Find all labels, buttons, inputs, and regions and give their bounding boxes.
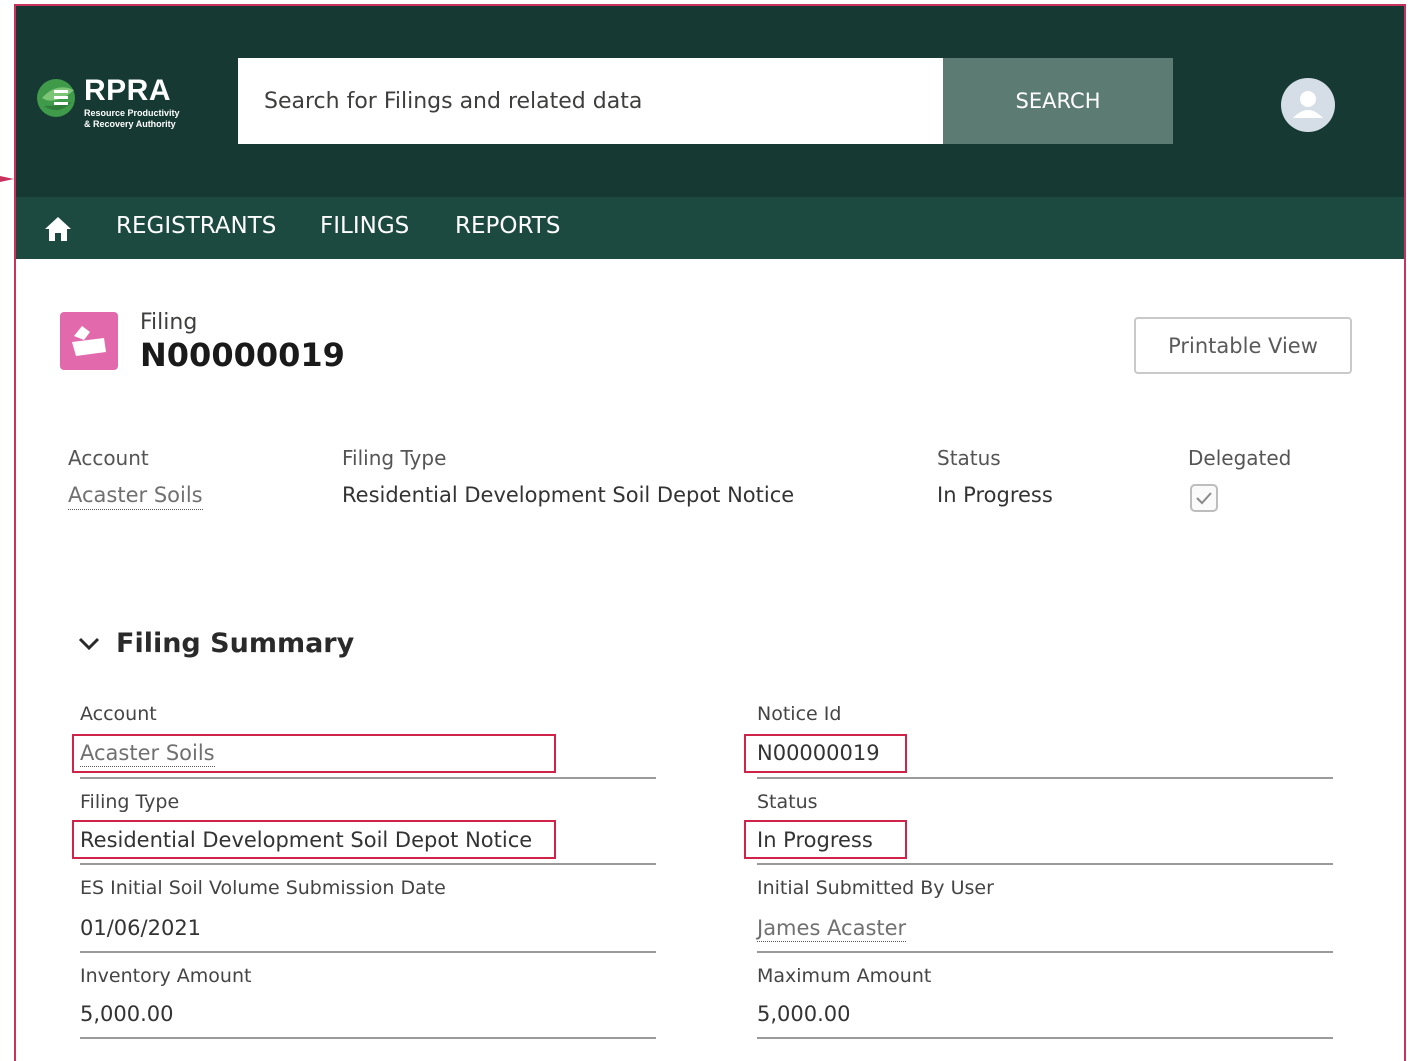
main-nav: REGISTRANTS FILINGS REPORTS: [16, 197, 1404, 259]
field-divider: [757, 777, 1333, 779]
filing-summary-toggle[interactable]: Filing Summary: [78, 628, 354, 659]
highlight-box-filing-type: [72, 820, 556, 859]
field-divider: [80, 777, 656, 779]
field-status-label: Status: [757, 791, 818, 813]
user-avatar[interactable]: [1281, 78, 1335, 132]
brand-subtitle-line1: Resource Productivity: [84, 108, 180, 118]
pointer-arrow-icon: [0, 176, 14, 182]
field-divider: [757, 1037, 1333, 1039]
rpra-leaf-icon: [37, 79, 75, 117]
field-submitted-by-link[interactable]: James Acaster: [757, 916, 907, 942]
field-divider: [80, 1037, 656, 1039]
field-account-label: Account: [80, 703, 157, 725]
section-title: Filing Summary: [116, 628, 355, 659]
highlight-status-value: In Progress: [937, 483, 1053, 507]
global-header: RPRA Resource Productivity & Recovery Au…: [16, 6, 1404, 197]
highlight-account-value-wrap: Acaster Soils: [68, 483, 203, 510]
printable-view-button[interactable]: Printable View: [1134, 317, 1352, 374]
field-submitted-by-label: Initial Submitted By User: [757, 877, 994, 899]
field-inventory-value: 5,000.00: [80, 1002, 174, 1026]
field-es-date-value: 01/06/2021: [80, 916, 202, 940]
brand-name: RPRA: [84, 74, 172, 107]
field-filing-type-label: Filing Type: [80, 791, 180, 813]
highlight-account-link[interactable]: Acaster Soils: [68, 483, 203, 510]
field-inventory-label: Inventory Amount: [80, 965, 252, 987]
user-icon: [1293, 91, 1323, 118]
field-divider: [757, 951, 1333, 953]
nav-reports[interactable]: REPORTS: [455, 213, 560, 239]
highlight-box-status: [744, 820, 907, 859]
field-divider: [80, 863, 656, 865]
home-icon[interactable]: [44, 216, 72, 242]
highlight-filing-type-value: Residential Development Soil Depot Notic…: [342, 483, 795, 507]
field-maximum-value: 5,000.00: [757, 1002, 851, 1026]
record-object-label: Filing: [140, 310, 198, 335]
highlight-status-label: Status: [937, 446, 1001, 470]
field-submitted-by-value-wrap: James Acaster: [757, 916, 907, 942]
checkmark-icon: [1196, 492, 1212, 505]
nav-registrants[interactable]: REGISTRANTS: [116, 213, 276, 239]
field-maximum-label: Maximum Amount: [757, 965, 932, 987]
record-title: N00000019: [140, 336, 345, 374]
chevron-down-icon: [78, 637, 100, 650]
delegated-checkbox: [1190, 484, 1218, 512]
search-button[interactable]: SEARCH: [943, 58, 1173, 144]
highlight-account-label: Account: [68, 446, 149, 470]
highlight-delegated-label: Delegated: [1188, 446, 1292, 470]
rpra-logo[interactable]: RPRA Resource Productivity & Recovery Au…: [36, 72, 206, 134]
folder-icon: [72, 326, 106, 356]
highlight-box-account: [72, 734, 556, 773]
nav-filings[interactable]: FILINGS: [320, 213, 409, 239]
field-divider: [80, 951, 656, 953]
field-notice-id-label: Notice Id: [757, 703, 842, 725]
field-es-date-label: ES Initial Soil Volume Submission Date: [80, 877, 446, 899]
filing-record-icon: [60, 312, 118, 370]
field-divider: [757, 863, 1333, 865]
search-input[interactable]: [238, 58, 943, 144]
highlight-box-notice-id: [744, 734, 907, 773]
brand-subtitle-line2: & Recovery Authority: [84, 119, 176, 129]
app-frame: RPRA Resource Productivity & Recovery Au…: [14, 4, 1406, 1061]
highlight-filing-type-label: Filing Type: [342, 446, 447, 470]
